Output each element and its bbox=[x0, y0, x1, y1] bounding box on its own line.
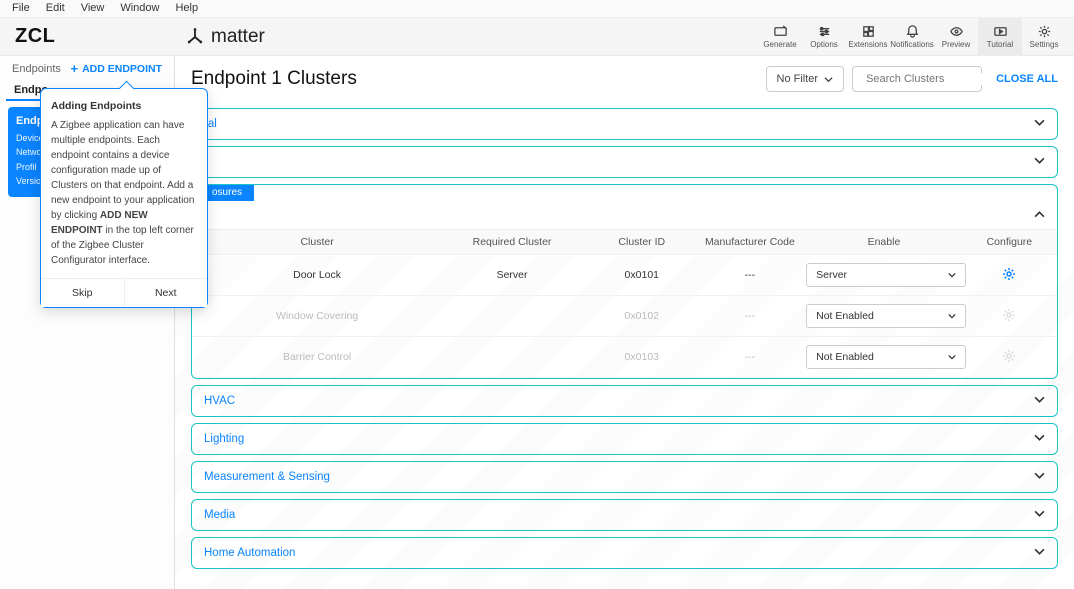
section-media[interactable]: Media bbox=[191, 499, 1058, 531]
generate-button[interactable]: Generate bbox=[758, 18, 802, 56]
settings-button[interactable]: Settings bbox=[1022, 18, 1066, 56]
menu-help[interactable]: Help bbox=[167, 0, 206, 17]
chevron-down-icon bbox=[1034, 546, 1045, 557]
table-row: Barrier Control 0x0103---Not Enabled bbox=[192, 337, 1057, 378]
preview-icon bbox=[949, 24, 964, 39]
matter-logo-icon bbox=[185, 27, 205, 47]
chevron-down-icon bbox=[1034, 394, 1045, 405]
cluster-name: Door Lock bbox=[192, 269, 434, 281]
cluster-name: Window Covering bbox=[192, 310, 434, 322]
section-general[interactable]: ral bbox=[191, 108, 1058, 140]
configure-button[interactable] bbox=[1002, 349, 1016, 363]
preview-button[interactable]: Preview bbox=[934, 18, 978, 56]
closures-chip: osures bbox=[200, 184, 254, 201]
topbar: ZCL matter GenerateOptionsExtensionsNoti… bbox=[0, 18, 1074, 56]
chevron-down-icon bbox=[1034, 155, 1045, 166]
table-header: Cluster Required Cluster Cluster ID Manu… bbox=[192, 229, 1057, 255]
filter-dropdown[interactable]: No Filter bbox=[766, 66, 845, 92]
tooltip-body: A Zigbee application can have multiple e… bbox=[51, 118, 197, 268]
table-row: Window Covering 0x0102---Not Enabled bbox=[192, 296, 1057, 337]
options-button[interactable]: Options bbox=[802, 18, 846, 56]
section-measurement-sensing[interactable]: Measurement & Sensing bbox=[191, 461, 1058, 493]
chevron-down-icon bbox=[824, 75, 833, 84]
content-area: Endpoint 1 Clusters No Filter CLOSE ALL … bbox=[175, 56, 1074, 589]
tooltip-title: Adding Endpoints bbox=[51, 99, 197, 115]
menu-window[interactable]: Window bbox=[112, 0, 167, 17]
menu-file[interactable]: File bbox=[4, 0, 38, 17]
search-box[interactable] bbox=[852, 66, 982, 92]
menubar: FileEditViewWindowHelp bbox=[0, 0, 1074, 18]
enable-select[interactable]: Not Enabled bbox=[806, 304, 966, 328]
section-collapsed-2[interactable] bbox=[191, 146, 1058, 178]
section-hvac[interactable]: HVAC bbox=[191, 385, 1058, 417]
tutorial-button[interactable]: Tutorial bbox=[978, 18, 1022, 56]
chevron-down-icon bbox=[1034, 209, 1045, 220]
cluster-id: 0x0102 bbox=[590, 310, 694, 322]
notifications-icon bbox=[905, 24, 920, 39]
chevron-down-icon bbox=[1034, 470, 1045, 481]
configure-button[interactable] bbox=[1002, 267, 1016, 281]
manufacturer-code: --- bbox=[694, 310, 806, 322]
menu-edit[interactable]: Edit bbox=[38, 0, 73, 17]
section-lighting[interactable]: Lighting bbox=[191, 423, 1058, 455]
toolbar: GenerateOptionsExtensionsNotificationsPr… bbox=[758, 18, 1074, 56]
menu-view[interactable]: View bbox=[73, 0, 113, 17]
manufacturer-code: --- bbox=[694, 269, 806, 281]
tutorial-tooltip: Adding Endpoints A Zigbee application ca… bbox=[40, 88, 208, 308]
cluster-id: 0x0101 bbox=[590, 269, 694, 281]
options-icon bbox=[817, 24, 832, 39]
chevron-down-icon bbox=[948, 271, 956, 279]
section-closures: osures Cluster Required Cluster Cluster … bbox=[191, 184, 1058, 379]
plus-icon: + bbox=[70, 61, 78, 76]
enable-select[interactable]: Server bbox=[806, 263, 966, 287]
notifications-button[interactable]: Notifications bbox=[890, 18, 934, 56]
configure-button[interactable] bbox=[1002, 308, 1016, 322]
required-cluster: Server bbox=[434, 269, 590, 281]
section-closures-header[interactable] bbox=[192, 201, 1057, 229]
endpoints-label: Endpoints bbox=[12, 63, 61, 75]
app-label: ZCL bbox=[0, 25, 175, 48]
cluster-name: Barrier Control bbox=[192, 351, 434, 363]
chevron-down-icon bbox=[1034, 508, 1045, 519]
generate-icon bbox=[773, 24, 788, 39]
settings-icon bbox=[1037, 24, 1052, 39]
enable-select[interactable]: Not Enabled bbox=[806, 345, 966, 369]
add-endpoint-button[interactable]: + ADD ENDPOINT bbox=[70, 61, 162, 76]
page-title: Endpoint 1 Clusters bbox=[191, 68, 766, 90]
extensions-icon bbox=[861, 24, 876, 39]
cluster-id: 0x0103 bbox=[590, 351, 694, 363]
skip-button[interactable]: Skip bbox=[41, 279, 125, 307]
search-input[interactable] bbox=[866, 73, 1008, 85]
table-row: Door LockServer0x0101---Server bbox=[192, 255, 1057, 296]
chevron-down-icon bbox=[1034, 117, 1045, 128]
manufacturer-code: --- bbox=[694, 351, 806, 363]
next-button[interactable]: Next bbox=[125, 279, 208, 307]
chevron-down-icon bbox=[948, 353, 956, 361]
section-home-automation[interactable]: Home Automation bbox=[191, 537, 1058, 569]
extensions-button[interactable]: Extensions bbox=[846, 18, 890, 56]
chevron-down-icon bbox=[1034, 432, 1045, 443]
brand: matter bbox=[175, 26, 265, 48]
tutorial-icon bbox=[993, 24, 1008, 39]
chevron-down-icon bbox=[948, 312, 956, 320]
close-all-button[interactable]: CLOSE ALL bbox=[996, 73, 1058, 85]
